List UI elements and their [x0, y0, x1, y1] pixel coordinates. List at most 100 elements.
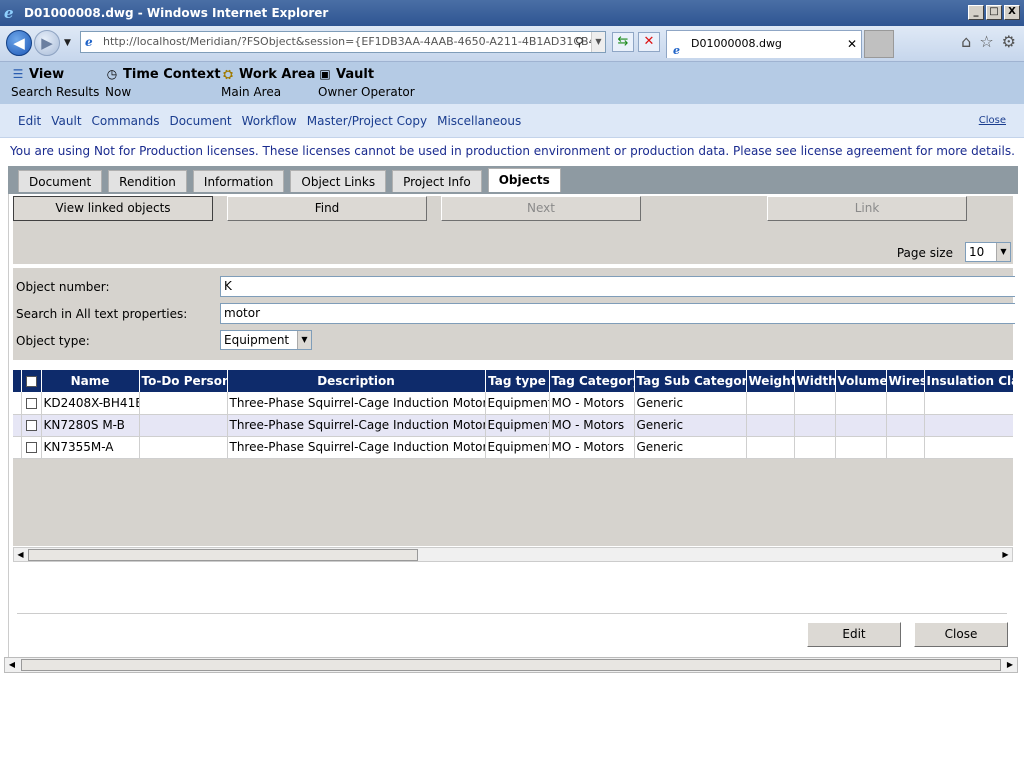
- scroll-right-icon[interactable]: ▶: [1003, 658, 1017, 672]
- page-size-label: Page size: [896, 246, 953, 260]
- page-horizontal-scrollbar[interactable]: ◀ ▶: [4, 657, 1018, 673]
- row-checkbox[interactable]: [25, 442, 37, 453]
- object-type-label: Object type:: [16, 334, 90, 348]
- find-button[interactable]: Find: [227, 196, 427, 221]
- menu-workflow[interactable]: Workflow: [242, 114, 297, 128]
- table-row[interactable]: KN7280S M-B Three-Phase Squirrel-Cage In…: [13, 414, 1013, 437]
- menu-commands[interactable]: Commands: [92, 114, 160, 128]
- refresh-icon[interactable]: ⇆: [612, 32, 634, 52]
- menu-master-project-copy[interactable]: Master/Project Copy: [307, 114, 427, 128]
- work-area-section[interactable]: ⛭ Work Area Main Area: [221, 64, 315, 100]
- menu-edit[interactable]: Edit: [18, 114, 41, 128]
- favorites-star-icon[interactable]: ☆: [979, 32, 993, 51]
- close-button[interactable]: Close: [914, 622, 1008, 647]
- page-size-value: 10: [969, 245, 985, 259]
- header-select-all[interactable]: [21, 370, 42, 392]
- tab-project-info[interactable]: Project Info: [392, 170, 482, 192]
- column-header[interactable]: Weight: [746, 370, 795, 392]
- filter-form: Object number: K Search in All text prop…: [13, 268, 1015, 360]
- time-context-section[interactable]: ◷ Time Context Now: [105, 64, 221, 100]
- vault-subtitle: Owner Operator: [318, 85, 415, 99]
- object-number-input[interactable]: K: [220, 276, 1015, 297]
- column-header[interactable]: Width: [794, 370, 836, 392]
- history-dropdown-icon[interactable]: ▼: [64, 38, 71, 48]
- table-row[interactable]: KN7355M-A Three-Phase Squirrel-Cage Indu…: [13, 436, 1013, 459]
- table-cell: KN7355M-A: [41, 436, 140, 459]
- select-all-checkbox[interactable]: [25, 376, 37, 387]
- menu-close-link[interactable]: Close: [979, 115, 1006, 126]
- home-icon[interactable]: ⌂: [961, 32, 971, 51]
- table-cell: [835, 392, 887, 415]
- address-dropdown-icon[interactable]: ▼: [591, 32, 605, 52]
- column-header[interactable]: Volume: [835, 370, 887, 392]
- scrollbar-thumb[interactable]: [28, 549, 418, 561]
- column-header[interactable]: Tag Sub Category: [634, 370, 747, 392]
- tab-objects[interactable]: Objects: [487, 168, 561, 192]
- search-text-input[interactable]: motor: [220, 303, 1015, 324]
- page-size-select[interactable]: 10 ▼: [965, 242, 1011, 262]
- tab-rendition[interactable]: Rendition: [108, 170, 187, 192]
- table-cell: [794, 392, 836, 415]
- view-linked-objects-button[interactable]: View linked objects: [13, 196, 213, 221]
- menu-document[interactable]: Document: [169, 114, 231, 128]
- scroll-left-icon[interactable]: ◀: [14, 548, 27, 561]
- scroll-left-icon[interactable]: ◀: [5, 658, 19, 672]
- menu-miscellaneous[interactable]: Miscellaneous: [437, 114, 521, 128]
- column-header[interactable]: Tag Category: [549, 370, 635, 392]
- forward-icon[interactable]: ▶: [34, 30, 60, 56]
- property-tabs-bar: Document Rendition Information Object Li…: [8, 166, 1018, 194]
- view-section[interactable]: ☰ View Search Results: [11, 64, 99, 100]
- column-header[interactable]: To-Do Person: [139, 370, 228, 392]
- maximize-button[interactable]: □: [986, 5, 1002, 20]
- next-button[interactable]: Next: [441, 196, 641, 221]
- vault-section[interactable]: ▣ Vault Owner Operator: [318, 64, 415, 100]
- tab-close-icon[interactable]: ✕: [847, 31, 857, 57]
- vault-icon: ▣: [319, 67, 331, 81]
- tab-document[interactable]: Document: [18, 170, 103, 192]
- table-cell: [139, 392, 228, 415]
- table-cell: MO - Motors: [549, 392, 635, 415]
- object-number-label: Object number:: [16, 280, 110, 294]
- address-bar[interactable]: e http://localhost/Meridian/?FSObject&se…: [80, 31, 606, 53]
- settings-gear-icon[interactable]: ⚙: [1002, 32, 1016, 51]
- table-cell: [746, 392, 795, 415]
- row-checkbox[interactable]: [25, 397, 37, 409]
- new-tab-button[interactable]: [864, 30, 894, 58]
- search-icon[interactable]: ⚲: [575, 32, 589, 52]
- back-icon[interactable]: ◀: [6, 30, 32, 56]
- minimize-button[interactable]: _: [968, 5, 984, 20]
- tab-object-links[interactable]: Object Links: [290, 170, 387, 192]
- table-cell: [886, 436, 925, 459]
- browser-tab[interactable]: e D01000008.dwg ✕: [666, 30, 862, 58]
- row-select[interactable]: [21, 392, 42, 415]
- column-header[interactable]: Description: [227, 370, 486, 392]
- search-text-label: Search in All text properties:: [16, 307, 188, 321]
- clock-icon: ◷: [106, 67, 118, 81]
- stop-icon[interactable]: ✕: [638, 32, 660, 52]
- row-select[interactable]: [21, 436, 42, 459]
- object-type-select[interactable]: Equipment ▼: [220, 330, 312, 350]
- row-select[interactable]: [21, 414, 42, 437]
- table-row[interactable]: KD2408X-BH41E Three-Phase Squirrel-Cage …: [13, 392, 1013, 415]
- objects-panel: View linked objects Find Next Link Page …: [8, 194, 1018, 657]
- column-header[interactable]: Tag type: [485, 370, 550, 392]
- column-header[interactable]: Wires: [886, 370, 925, 392]
- table-cell: Generic: [634, 436, 747, 459]
- row-checkbox[interactable]: [25, 420, 37, 431]
- edit-button[interactable]: Edit: [807, 622, 901, 647]
- column-header[interactable]: Insulation Class: [924, 370, 1013, 392]
- menu-vault[interactable]: Vault: [51, 114, 81, 128]
- vault-title: Vault: [336, 66, 375, 82]
- close-window-button[interactable]: X: [1004, 5, 1020, 20]
- table-cell: [924, 436, 1013, 459]
- table-header-row: Name To-Do Person Description Tag type T…: [13, 370, 1013, 392]
- table-cell: [746, 436, 795, 459]
- column-header[interactable]: Name: [41, 370, 140, 392]
- link-button[interactable]: Link: [767, 196, 967, 221]
- scrollbar-thumb[interactable]: [21, 659, 1001, 671]
- tab-information[interactable]: Information: [192, 170, 285, 192]
- grid-horizontal-scrollbar[interactable]: ◀ ▶: [13, 547, 1013, 562]
- scroll-right-icon[interactable]: ▶: [999, 548, 1012, 561]
- table-cell: Equipment: [485, 436, 550, 459]
- table-cell: [924, 414, 1013, 437]
